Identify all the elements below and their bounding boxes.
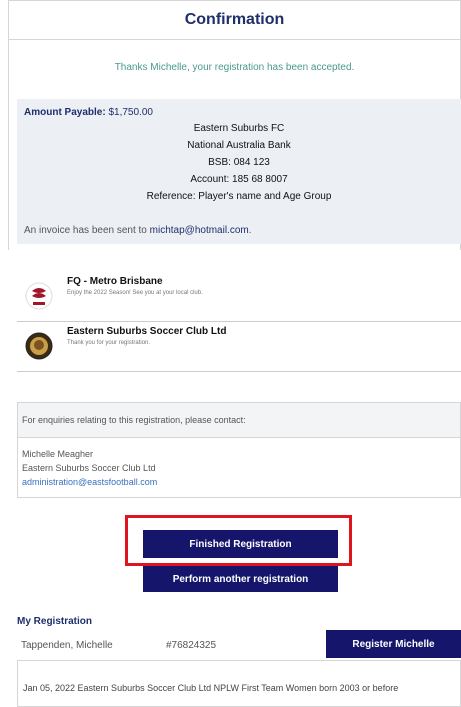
enquiry-contact-box: For enquiries relating to this registrat… xyxy=(17,402,461,498)
contact-email-link[interactable]: administration@eastsfootball.com xyxy=(22,477,157,487)
registration-id: #76824325 xyxy=(166,640,217,651)
register-michelle-button[interactable]: Register Michelle xyxy=(326,630,461,658)
organisation-name: FQ - Metro Brisbane xyxy=(67,276,163,287)
bank-bsb: BSB: 084 123 xyxy=(208,157,270,168)
amount-label: Amount Payable: xyxy=(24,107,106,118)
organisation-fq-metro: FQ - Metro Brisbane Enjoy the 2022 Seaso… xyxy=(17,272,461,322)
perform-another-registration-button[interactable]: Perform another registration xyxy=(143,566,338,592)
contact-organisation: Eastern Suburbs Soccer Club Ltd xyxy=(22,463,156,473)
organisation-message: Thank you for your registration. xyxy=(67,340,151,346)
bank-name: National Australia Bank xyxy=(187,140,291,151)
my-registration-title: My Registration xyxy=(17,616,93,627)
page-title: Confirmation xyxy=(184,11,285,28)
fq-logo-icon xyxy=(25,282,53,310)
invoice-notice: An invoice has been sent to michtap@hotm… xyxy=(24,225,252,236)
amount-payable: Amount Payable: $1,750.00 xyxy=(24,107,153,118)
finished-registration-button[interactable]: Finished Registration xyxy=(143,530,338,558)
organisation-name: Eastern Suburbs Soccer Club Ltd xyxy=(67,326,227,337)
invoice-text: An invoice has been sent to xyxy=(24,225,147,236)
header: Confirmation xyxy=(8,0,461,40)
enquiry-heading: For enquiries relating to this registrat… xyxy=(18,403,460,438)
invoice-suffix: . xyxy=(248,225,252,236)
invoice-email: michtap@hotmail.com xyxy=(149,225,249,236)
amount-value: $1,750.00 xyxy=(108,107,153,118)
organisation-eastern-suburbs: Eastern Suburbs Soccer Club Ltd Thank yo… xyxy=(17,322,461,372)
registration-history: Jan 05, 2022 Eastern Suburbs Soccer Club… xyxy=(17,660,461,707)
bank-account-name: Eastern Suburbs FC xyxy=(193,123,285,134)
payment-details: Amount Payable: $1,750.00 Eastern Suburb… xyxy=(17,99,461,244)
thanks-message: Thanks Michelle, your registration has b… xyxy=(114,62,355,73)
bank-reference: Reference: Player's name and Age Group xyxy=(146,191,332,202)
history-row: Jan 05, 2022 Eastern Suburbs Soccer Club… xyxy=(23,683,399,693)
organisation-message: Enjoy the 2022 Season! See you at your l… xyxy=(67,290,203,296)
bank-account-number: Account: 185 68 8007 xyxy=(190,174,288,185)
registrant-name: Tappenden, Michelle xyxy=(21,640,113,651)
contact-name: Michelle Meagher xyxy=(22,449,94,459)
eastern-suburbs-crest-icon xyxy=(25,332,53,360)
